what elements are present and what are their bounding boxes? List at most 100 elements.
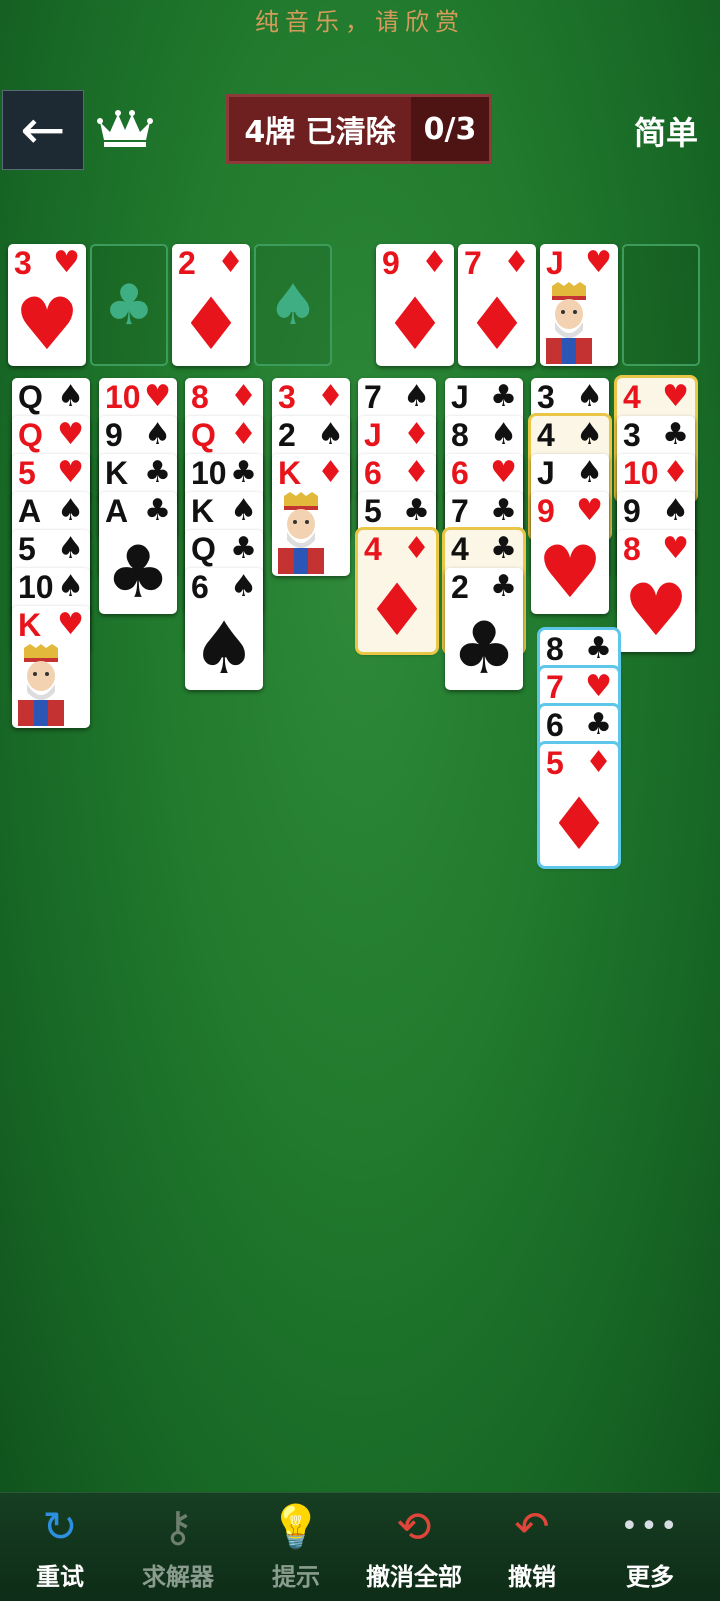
card-rank: 5	[18, 531, 36, 567]
card-rank: 7	[364, 379, 382, 415]
toolbar-lightbulb-button[interactable]: 💡 提示	[236, 1493, 356, 1601]
card-rank: 7	[451, 493, 469, 529]
card-rank: Q	[191, 417, 216, 453]
spade-icon: ♠	[57, 569, 84, 604]
card-j-of-heart[interactable]: J ♥	[540, 244, 618, 366]
heart-icon: ♥	[576, 493, 603, 528]
heart-icon: ♥	[57, 417, 84, 452]
card-5-of-diamond[interactable]: 5 ♦ ♦	[540, 744, 618, 866]
free-cell-empty-club[interactable]: ♣	[90, 244, 168, 366]
undo-icon: ↶	[514, 1502, 550, 1551]
card-rank: 10	[623, 455, 659, 491]
card-9-of-heart[interactable]: 9 ♥ ♥	[531, 492, 609, 614]
spade-icon: ♠	[662, 493, 689, 528]
card-3-of-heart[interactable]: 3 ♥ ♥	[8, 244, 86, 366]
spade-icon: ♠	[576, 455, 603, 490]
foundation-empty[interactable]	[622, 244, 700, 366]
toolbar-key-button[interactable]: ⚷ 求解器	[118, 1493, 238, 1601]
card-rank: 6	[451, 455, 469, 491]
diamond-icon: ♦	[503, 245, 530, 280]
diamond-icon: ♦	[421, 245, 448, 280]
card-rank: 9	[623, 493, 641, 529]
club-icon: ♣	[230, 455, 257, 490]
card-9-of-diamond[interactable]: 9 ♦ ♦	[376, 244, 454, 366]
card-rank: K	[191, 493, 215, 529]
card-rank: 2	[451, 569, 469, 605]
card-rank: 4	[623, 379, 641, 415]
card-a-of-club[interactable]: A ♣ ♣	[99, 492, 177, 614]
spade-icon: ♠	[230, 493, 257, 528]
card-rank: 2	[178, 245, 196, 281]
toolbar-label: 更多	[626, 1563, 674, 1591]
diamond-icon: ♦	[403, 417, 430, 452]
card-rank: 8	[451, 417, 469, 453]
card-rank: 5	[546, 745, 564, 781]
diamond-icon: ♦	[585, 745, 612, 780]
face-card-portrait-icon	[18, 644, 64, 726]
cleared-counter: 4牌 已清除 0/3	[226, 94, 492, 164]
card-6-of-spade[interactable]: 6 ♠ ♠	[185, 568, 263, 690]
diamond-pip-icon: ♦	[382, 282, 448, 366]
spade-icon: ♠	[576, 417, 603, 452]
toolbar-more-button[interactable]: ••• 更多	[590, 1493, 710, 1601]
club-icon: ♣	[662, 417, 689, 452]
card-7-of-diamond[interactable]: 7 ♦ ♦	[458, 244, 536, 366]
face-card-portrait-icon	[278, 492, 324, 574]
card-k-of-heart[interactable]: K ♥	[12, 606, 90, 728]
club-pip-icon: ♣	[105, 530, 171, 614]
cleared-value: 0/3	[411, 97, 489, 161]
spade-icon: ♠	[144, 417, 171, 452]
club-icon: ♣	[403, 493, 430, 528]
spade-icon: ♠	[576, 379, 603, 414]
card-rank: 7	[464, 245, 482, 281]
diamond-pip-icon: ♦	[364, 568, 430, 652]
card-2-of-diamond[interactable]: 2 ♦ ♦	[172, 244, 250, 366]
spade-icon: ♠	[57, 493, 84, 528]
difficulty-label[interactable]: 简单	[634, 108, 698, 154]
diamond-icon: ♦	[230, 417, 257, 452]
card-2-of-club[interactable]: 2 ♣ ♣	[445, 568, 523, 690]
diamond-pip-icon: ♦	[464, 282, 530, 366]
card-rank: 4	[537, 417, 555, 453]
card-rank: Q	[191, 531, 216, 567]
card-rank: 10	[105, 379, 141, 415]
club-icon: ♣	[585, 631, 612, 666]
club-icon: ♣	[230, 531, 257, 566]
toolbar-undo-button[interactable]: ↶ 撤销	[472, 1493, 592, 1601]
toolbar-undo-all-button[interactable]: ⟲ 撤消全部	[354, 1493, 474, 1601]
club-icon: ♣	[490, 379, 517, 414]
more-icon: •••	[620, 1509, 680, 1544]
card-rank: 2	[278, 417, 296, 453]
card-rank: A	[105, 493, 129, 529]
card-rank: 6	[191, 569, 209, 605]
card-rank: 4	[451, 531, 469, 567]
card-rank: 5	[364, 493, 382, 529]
heart-pip-icon: ♥	[14, 282, 80, 366]
toolbar-retry-button[interactable]: ↻ 重试	[0, 1493, 120, 1601]
free-cell-empty-spade[interactable]: ♠	[254, 244, 332, 366]
diamond-icon: ♦	[230, 379, 257, 414]
card-rank: Q	[18, 417, 43, 453]
card-rank: 3	[278, 379, 296, 415]
card-k-of-diamond[interactable]: K ♦	[272, 454, 350, 576]
heart-pip-icon: ♥	[537, 530, 603, 614]
card-8-of-heart[interactable]: 8 ♥ ♥	[617, 530, 695, 652]
toolbar-label: 提示	[272, 1563, 320, 1591]
card-rank: 5	[18, 455, 36, 491]
diamond-icon: ♦	[217, 245, 244, 280]
card-rank: 4	[364, 531, 382, 567]
club-icon: ♣	[144, 493, 171, 528]
card-rank: 3	[537, 379, 555, 415]
heart-pip-icon: ♥	[623, 568, 689, 652]
club-pip-icon: ♣	[451, 606, 517, 690]
diamond-icon: ♦	[317, 379, 344, 414]
club-icon: ♣	[490, 569, 517, 604]
toolbar-label: 撤销	[508, 1563, 556, 1591]
heart-icon: ♥	[662, 531, 689, 566]
card-rank: 9	[382, 245, 400, 281]
club-icon: ♣	[490, 493, 517, 528]
crown-icon[interactable]	[96, 108, 154, 148]
undo-all-icon: ⟲	[396, 1502, 432, 1551]
card-4-of-diamond[interactable]: 4 ♦ ♦	[358, 530, 436, 652]
back-button[interactable]: ←	[2, 90, 84, 170]
